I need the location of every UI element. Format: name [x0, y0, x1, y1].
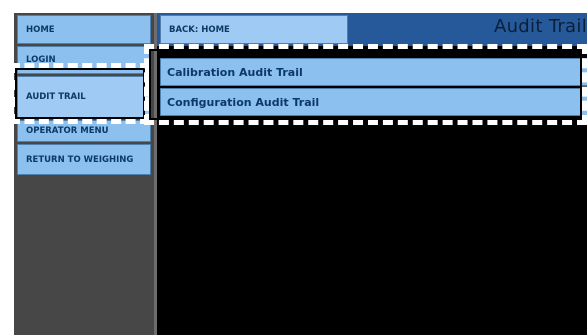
- list-item-label: Configuration Audit Trail: [167, 95, 320, 109]
- list-item-configuration-audit-trail[interactable]: Configuration Audit Trail: [160, 88, 587, 116]
- sidebar-item-label: AUDIT TRAIL: [26, 92, 86, 102]
- list-item-label: Calibration Audit Trail: [167, 65, 303, 79]
- back-button[interactable]: BACK: HOME: [160, 15, 348, 44]
- sidebar-item-return-to-weighing[interactable]: RETURN TO WEIGHING: [17, 144, 151, 175]
- sidebar-item-label: RETURN TO WEIGHING: [26, 154, 134, 165]
- sidebar-item-home[interactable]: HOME: [17, 15, 151, 44]
- page-title: Audit Trail: [493, 16, 587, 37]
- sidebar-nav: HOME LOGIN AUDIT TRAIL OPERATOR MENU RET…: [14, 13, 154, 335]
- main-panel: BACK: HOME Audit Trail Calibration Audit…: [154, 13, 587, 335]
- header-bar: BACK: HOME Audit Trail: [157, 13, 587, 46]
- sidebar-item-label: OPERATOR MENU: [26, 126, 109, 136]
- sidebar-item-operator-menu[interactable]: OPERATOR MENU: [17, 120, 151, 142]
- back-button-label: BACK: HOME: [169, 24, 230, 35]
- sidebar-item-audit-trail[interactable]: AUDIT TRAIL: [17, 76, 151, 118]
- sidebar-item-label: LOGIN: [26, 55, 56, 65]
- sidebar-item-label: HOME: [26, 24, 55, 35]
- list-item-calibration-audit-trail[interactable]: Calibration Audit Trail: [160, 58, 587, 86]
- sidebar-item-login[interactable]: LOGIN: [17, 46, 151, 74]
